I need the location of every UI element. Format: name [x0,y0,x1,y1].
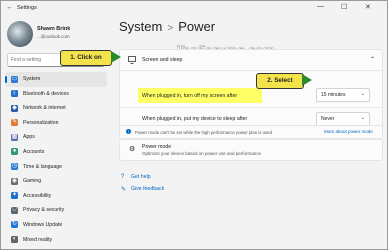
avatar [7,21,33,47]
power-mode-card: ⚙ Power mode Optimize your device based … [119,139,383,161]
maximize-button[interactable]: ☐ [341,3,347,11]
sidebar-item-label: Time & language [23,163,63,170]
callout-arrow-icon [111,51,121,63]
callout-arrow-icon [302,74,312,86]
power-mode-info-bar: i Power mode can't be set while the high… [119,125,383,139]
accounts-icon: ● [11,148,18,156]
sidebar-item-time-language[interactable]: ◷ Time & language [5,160,107,175]
sidebar-item-label: Mixed reality [23,236,53,243]
power-mode-description: Optimize your device based on power use … [142,151,262,156]
sidebar-item-label: Windows Update [23,221,63,228]
feedback-icon: ✎ [121,187,127,193]
plugged-screen-value: 15 minutes [321,92,346,98]
plugged-screen-dropdown[interactable]: 15 minutes ⌄ [316,88,370,102]
get-help-link[interactable]: Get help [131,174,151,180]
sidebar-item-gaming[interactable]: ◉ Gaming [5,174,107,189]
sidebar-item-bluetooth-devices[interactable]: ᛒ Bluetooth & devices [5,87,107,102]
give-feedback-link[interactable]: Give feedback [131,186,164,192]
update-icon: ↻ [11,221,18,229]
bluetooth-icon: ᛒ [11,90,18,98]
sidebar-item-apps[interactable]: ▦ Apps [5,130,107,145]
sidebar-nav: ▭ System ᛒ Bluetooth & devices ◆ Network & in… [5,72,107,247]
sidebar-item-privacy-security[interactable]: ⛉ Privacy & security [5,203,107,218]
user-profile[interactable]: Shawn Brink ...@outlook.com [7,21,107,51]
brush-icon: ✎ [11,119,18,127]
power-mode-icon: ⚙ [129,146,136,153]
gaming-icon: ◉ [11,177,18,185]
system-icon: ▭ [11,75,18,83]
sidebar-item-label: Apps [23,134,35,141]
main-content: System>Power TenForums.com Screen and sl… [113,17,387,249]
sidebar-item-label: System [23,76,41,82]
power-mode-title: Power mode [142,144,172,150]
minimize-button[interactable]: — [317,3,324,10]
monitor-moon-icon [128,56,136,64]
title-bar: ← Settings — ☐ ✕ [1,1,387,17]
info-icon: i [126,129,131,134]
sidebar-item-personalization[interactable]: ✎ Personalization [5,116,107,131]
sidebar-item-mixed-reality[interactable]: ◐ Mixed reality [5,233,107,248]
wifi-icon: ◆ [11,104,18,112]
shield-icon: ⛉ [11,206,18,214]
plugged-sleep-value: Never [321,116,335,122]
sidebar-item-label: Accessibility [23,192,52,199]
callout-click-on: 1. Click on [60,50,112,66]
active-indicator [5,76,7,83]
power-mode-info-text: Power mode can't be set while the high p… [135,129,272,135]
plugged-sleep-dropdown[interactable]: Never ⌄ [316,112,370,126]
headset-icon: ◐ [11,236,18,244]
sidebar-item-label: Bluetooth & devices [23,90,69,97]
settings-window: ← Settings — ☐ ✕ Shawn Brink ...@outlook… [1,1,387,249]
more-about-power-mode-link[interactable]: More about power mode [324,129,373,134]
help-icon: ? [121,174,125,180]
close-button[interactable]: ✕ [365,3,371,11]
screen-and-sleep-header[interactable]: Screen and sleep ⌃ [120,50,382,70]
divider [120,107,382,108]
sidebar-item-system[interactable]: ▭ System [5,72,107,87]
sidebar-item-accessibility[interactable]: ✦ Accessibility [5,189,107,204]
sidebar-item-label: Privacy & security [23,207,65,214]
sidebar-item-label: Personalization [23,119,59,126]
window-title: Settings [17,5,37,11]
globe-clock-icon: ◷ [11,163,18,171]
apps-icon: ▦ [11,133,18,141]
sidebar-item-accounts[interactable]: ● Accounts [5,145,107,160]
accessibility-icon: ✦ [11,192,18,200]
profile-name: Shawn Brink [37,26,71,32]
page-title: Power [178,19,216,34]
screen-and-sleep-title: Screen and sleep [142,57,183,63]
breadcrumb-system[interactable]: System [119,19,162,34]
plugged-sleep-label: When plugged in, put my device to sleep … [142,116,248,122]
chevron-down-icon: ⌄ [360,115,365,121]
breadcrumb: System > Power [119,19,215,34]
divider [120,70,382,71]
callout-select: 2. Select [256,73,304,89]
chevron-down-icon: ⌄ [360,91,365,97]
breadcrumb-separator: > [167,23,174,34]
back-icon[interactable]: ← [6,4,13,11]
sidebar-item-label: Gaming [23,178,42,185]
sidebar-item-label: Network & internet [23,105,66,112]
sidebar-item-label: Accounts [23,148,45,155]
chevron-up-icon[interactable]: ⌃ [370,56,375,63]
plugged-screen-label: When plugged in, turn off my screen afte… [142,93,238,99]
profile-email: ...@outlook.com [37,34,70,39]
sidebar-item-windows-update[interactable]: ↻ Windows Update [5,218,107,233]
sidebar-item-network-internet[interactable]: ◆ Network & internet [5,101,107,116]
